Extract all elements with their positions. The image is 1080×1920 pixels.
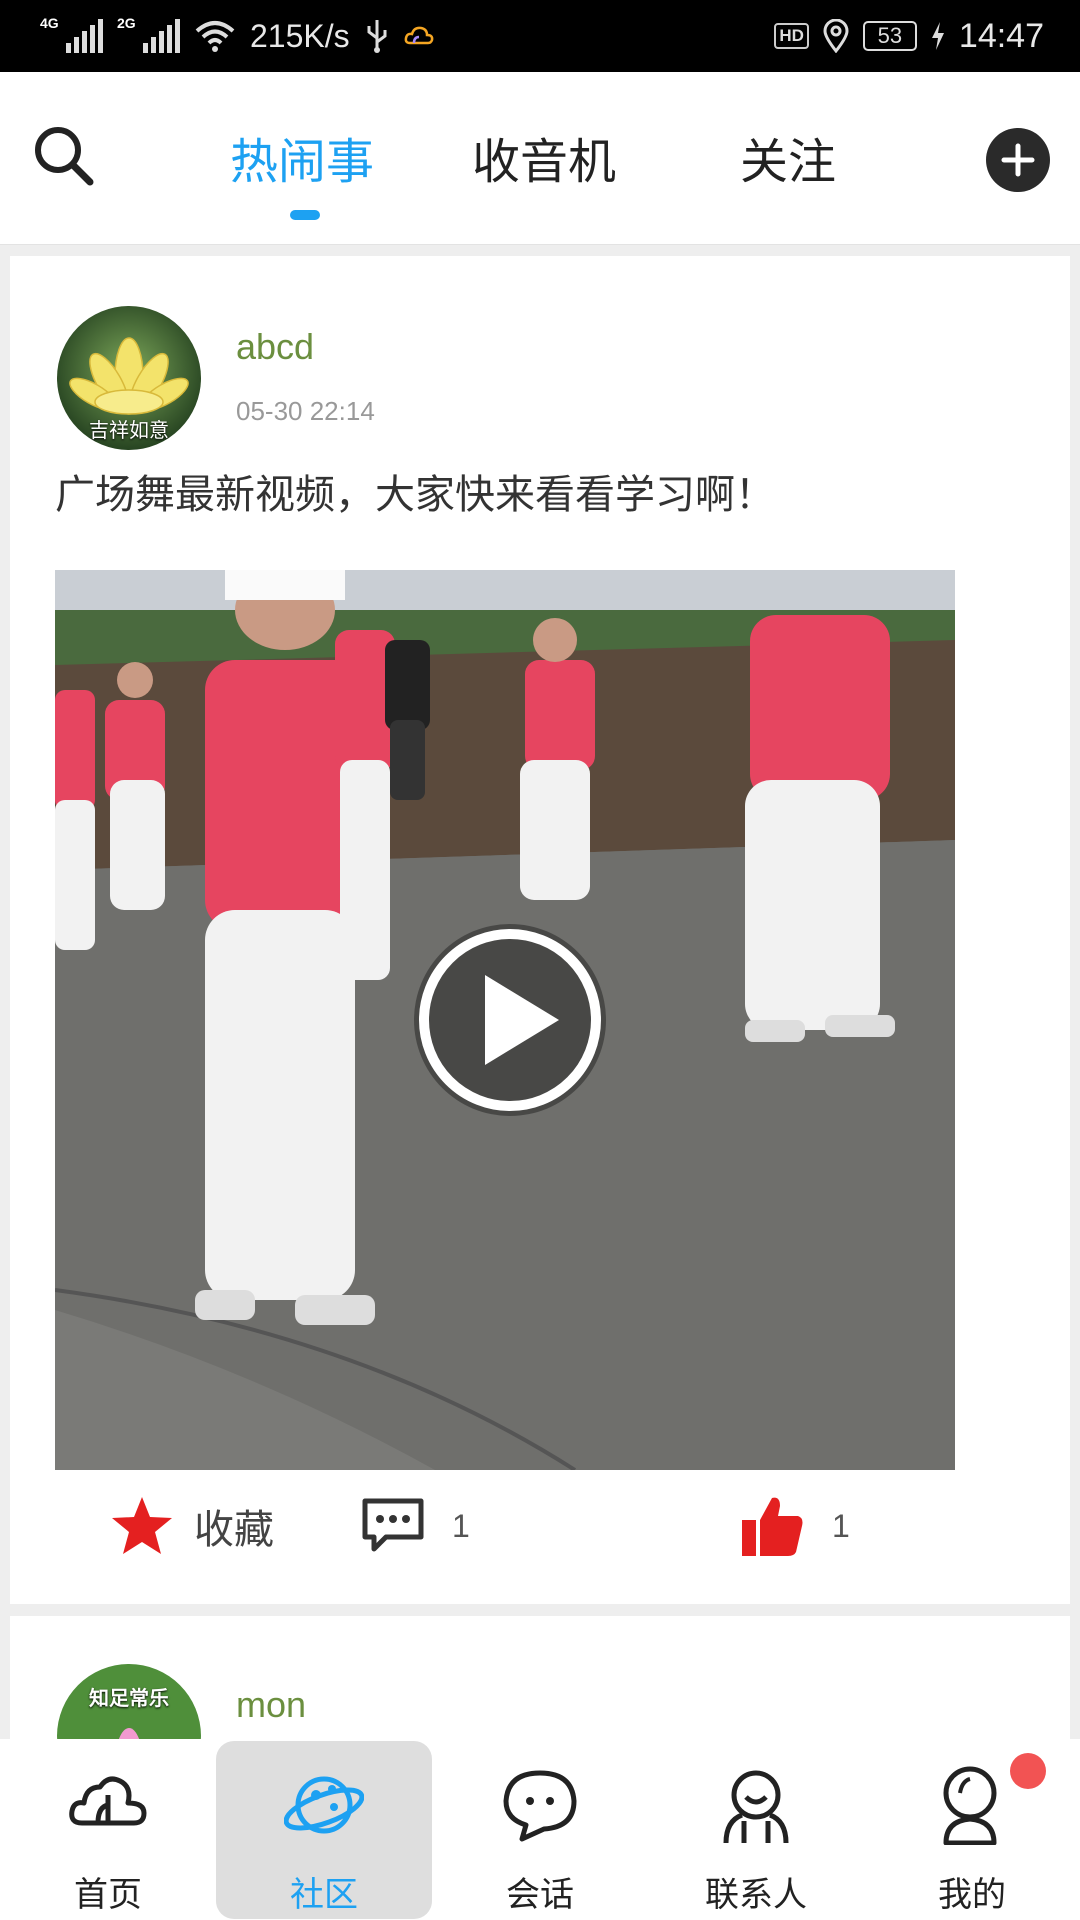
like-count: 1 [832, 1507, 850, 1544]
notification-dot [1010, 1753, 1046, 1789]
nav-home[interactable]: 首页 [0, 1739, 216, 1920]
signal-2g-icon: 2G [117, 15, 180, 53]
nav-label: 社区 [290, 1875, 358, 1915]
post-text: 广场舞最新视频，大家快来看看学习啊！ [55, 472, 775, 518]
nav-community[interactable]: 社区 [216, 1739, 432, 1920]
post-actions: 收藏 1 1 [10, 1486, 1070, 1566]
video-thumbnail[interactable] [55, 570, 955, 1470]
search-icon[interactable] [30, 122, 96, 188]
top-nav: 热闹事 收音机 关注 [0, 72, 1080, 245]
usb-icon [367, 20, 387, 53]
contacts-icon [723, 1770, 789, 1844]
wifi-icon [195, 21, 235, 52]
user-icon [943, 1766, 997, 1845]
nav-label: 联系人 [705, 1875, 807, 1915]
nav-me[interactable]: 我的 [864, 1739, 1080, 1920]
like-button[interactable]: 1 [740, 1486, 850, 1566]
tab-hot-events[interactable]: 热闹事 [230, 122, 374, 192]
thumbs-up-icon [742, 1497, 803, 1556]
avatar-caption: 知足常乐 [89, 1686, 169, 1710]
comment-icon [362, 1498, 424, 1552]
post-time: 05-30 22:14 [236, 396, 375, 426]
charging-icon [931, 22, 944, 50]
post-card: 吉祥如意 abcd 05-30 22:14 广场舞最新视频，大家快来看看学习啊！ [10, 256, 1070, 1604]
signal-4g-icon: 4G [40, 15, 103, 53]
network-speed: 215K/s [250, 17, 350, 54]
battery-icon: 53 [862, 21, 917, 51]
username[interactable]: mon [236, 1684, 306, 1726]
comment-count: 1 [452, 1507, 470, 1544]
star-icon [112, 1497, 172, 1554]
cloud-icon [69, 1776, 147, 1826]
comment-button[interactable]: 1 [360, 1486, 470, 1566]
active-tab-indicator [290, 210, 320, 220]
nav-contacts[interactable]: 联系人 [648, 1739, 864, 1920]
favorite-button[interactable]: 收藏 [110, 1486, 274, 1566]
favorite-label: 收藏 [194, 1507, 274, 1553]
nav-chat[interactable]: 会话 [432, 1739, 648, 1920]
hd-badge: HD [774, 23, 809, 49]
tab-radio[interactable]: 收音机 [472, 122, 616, 192]
post-card: 知足常乐 mon [10, 1616, 1070, 1808]
cloud-sync-icon [404, 26, 434, 45]
planet-icon [284, 1776, 364, 1834]
bottom-nav: 首页 社区 会话 联系人 我的 [0, 1739, 1080, 1920]
play-icon[interactable] [405, 915, 615, 1125]
tab-following[interactable]: 关注 [740, 122, 836, 192]
nav-label: 会话 [506, 1875, 574, 1915]
add-post-button[interactable] [986, 128, 1050, 192]
avatar[interactable]: 吉祥如意 [57, 306, 201, 450]
nav-label: 首页 [74, 1875, 142, 1915]
chat-bubble-icon [503, 1770, 577, 1842]
location-icon [823, 19, 849, 53]
status-bar: 4G 2G 215K/s HD 53 14:47 [0, 0, 1080, 72]
avatar-caption: 吉祥如意 [89, 418, 169, 442]
nav-label: 我的 [938, 1875, 1006, 1915]
username[interactable]: abcd [236, 326, 314, 368]
plus-icon [1001, 143, 1035, 177]
clock: 14:47 [958, 16, 1044, 55]
